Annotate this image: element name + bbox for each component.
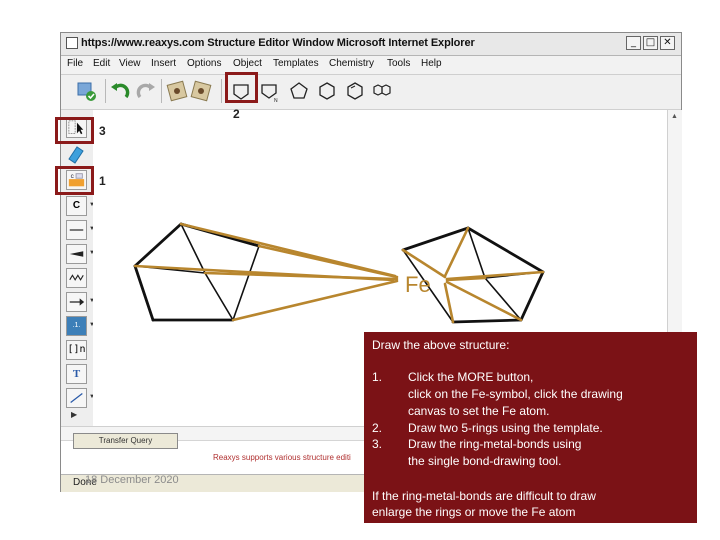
step-3-number: 3. — [372, 437, 383, 451]
toolbar-separator — [161, 79, 162, 103]
menu-insert[interactable]: Insert — [151, 58, 176, 69]
menu-templates[interactable]: Templates — [273, 58, 319, 69]
step-1-number: 1. — [372, 370, 383, 384]
palette-scroll-arrow-icon[interactable]: ▶ — [71, 410, 77, 419]
menu-file[interactable]: File — [67, 58, 83, 69]
svg-text:N: N — [274, 98, 278, 103]
menu-chemistry[interactable]: Chemistry — [329, 58, 374, 69]
eraser-icon[interactable] — [66, 144, 87, 164]
iron-atom-label[interactable]: Fe — [405, 272, 431, 297]
toolbar-separator — [221, 79, 222, 103]
toolbar: N — [61, 75, 681, 110]
reaction-arrow-icon[interactable] — [66, 292, 87, 312]
benzene-template-icon[interactable] — [343, 79, 367, 103]
footer-line-2: enlarge the rings or move the Fe atom — [372, 505, 576, 519]
step-1-line-2: click on the Fe-symbol, click the drawin… — [408, 387, 623, 401]
new-structure-icon[interactable] — [75, 79, 99, 103]
clean-structure-icon[interactable] — [165, 79, 189, 103]
instruction-footer: If the ring-metal-bonds are difficult to… — [372, 488, 596, 520]
title-bar: https://www.reaxys.com Structure Editor … — [61, 33, 681, 56]
close-button[interactable]: ✕ — [660, 36, 675, 50]
clean-layout-icon[interactable] — [189, 79, 213, 103]
step-2-number: 2. — [372, 421, 383, 435]
instruction-heading: Draw the above structure: — [372, 338, 510, 352]
undo-icon[interactable] — [109, 79, 133, 103]
bracket-tool-button[interactable]: []n — [66, 340, 87, 360]
callout-box-more-button — [55, 166, 94, 195]
menu-view[interactable]: View — [119, 58, 141, 69]
step-3-line-2: the single bond-drawing tool. — [408, 454, 562, 468]
scroll-up-icon[interactable]: ▲ — [671, 113, 678, 120]
menu-tools[interactable]: Tools — [387, 58, 410, 69]
chain-tool-icon[interactable] — [66, 268, 87, 288]
minimize-button[interactable]: _ — [626, 36, 641, 50]
menu-object[interactable]: Object — [233, 58, 262, 69]
line-tool-icon[interactable] — [66, 388, 87, 408]
support-note: Reaxys supports various structure editi — [213, 453, 351, 462]
window-title: https://www.reaxys.com Structure Editor … — [81, 37, 475, 49]
step-1-line-3: canvas to set the Fe atom. — [408, 404, 550, 418]
cyclopentane-template-icon[interactable] — [287, 79, 311, 103]
callout-box-select-tool — [55, 117, 94, 144]
slide-date: 18 December 2020 — [85, 474, 179, 486]
footer-line-1: If the ring-metal-bonds are difficult to… — [372, 489, 596, 503]
transfer-query-button[interactable]: Transfer Query — [73, 433, 178, 449]
cyclobutane-template-icon[interactable]: N — [257, 79, 281, 103]
maximize-button[interactable]: □ — [643, 36, 658, 50]
single-bond-icon[interactable] — [66, 220, 87, 240]
callout-number-1: 1 — [99, 174, 106, 188]
carbon-atom-button[interactable]: C — [66, 196, 87, 216]
step-1-line-1: Click the MORE button, — [408, 370, 534, 384]
ring-metal-bonds — [133, 222, 545, 324]
ie-page-icon — [66, 37, 78, 49]
instruction-box: Draw the above structure: 1. Click the M… — [364, 332, 697, 523]
step-2-line-1: Draw two 5-rings using the template. — [408, 421, 603, 435]
wedge-bond-icon[interactable] — [66, 244, 87, 264]
menu-edit[interactable]: Edit — [93, 58, 110, 69]
charge-tool-button[interactable]: .1. — [66, 316, 87, 336]
naphthalene-template-icon[interactable] — [371, 79, 395, 103]
callout-number-3: 3 — [99, 124, 106, 138]
text-tool-button[interactable]: T — [66, 364, 87, 384]
redo-icon[interactable] — [133, 79, 157, 103]
callout-box-ring-template — [225, 72, 258, 103]
tool-palette: c C ▼ ▼ ▼ ▼ .1. ▼ []n T ▼ ▶ — [61, 110, 95, 426]
toolbar-separator — [105, 79, 106, 103]
menu-bar: File Edit View Insert Options Object Tem… — [61, 56, 681, 75]
menu-help[interactable]: Help — [421, 58, 442, 69]
step-3-line-1: Draw the ring-metal-bonds using — [408, 437, 582, 451]
menu-options[interactable]: Options — [187, 58, 221, 69]
callout-number-2: 2 — [233, 107, 240, 121]
cyclohexane-template-icon[interactable] — [315, 79, 339, 103]
